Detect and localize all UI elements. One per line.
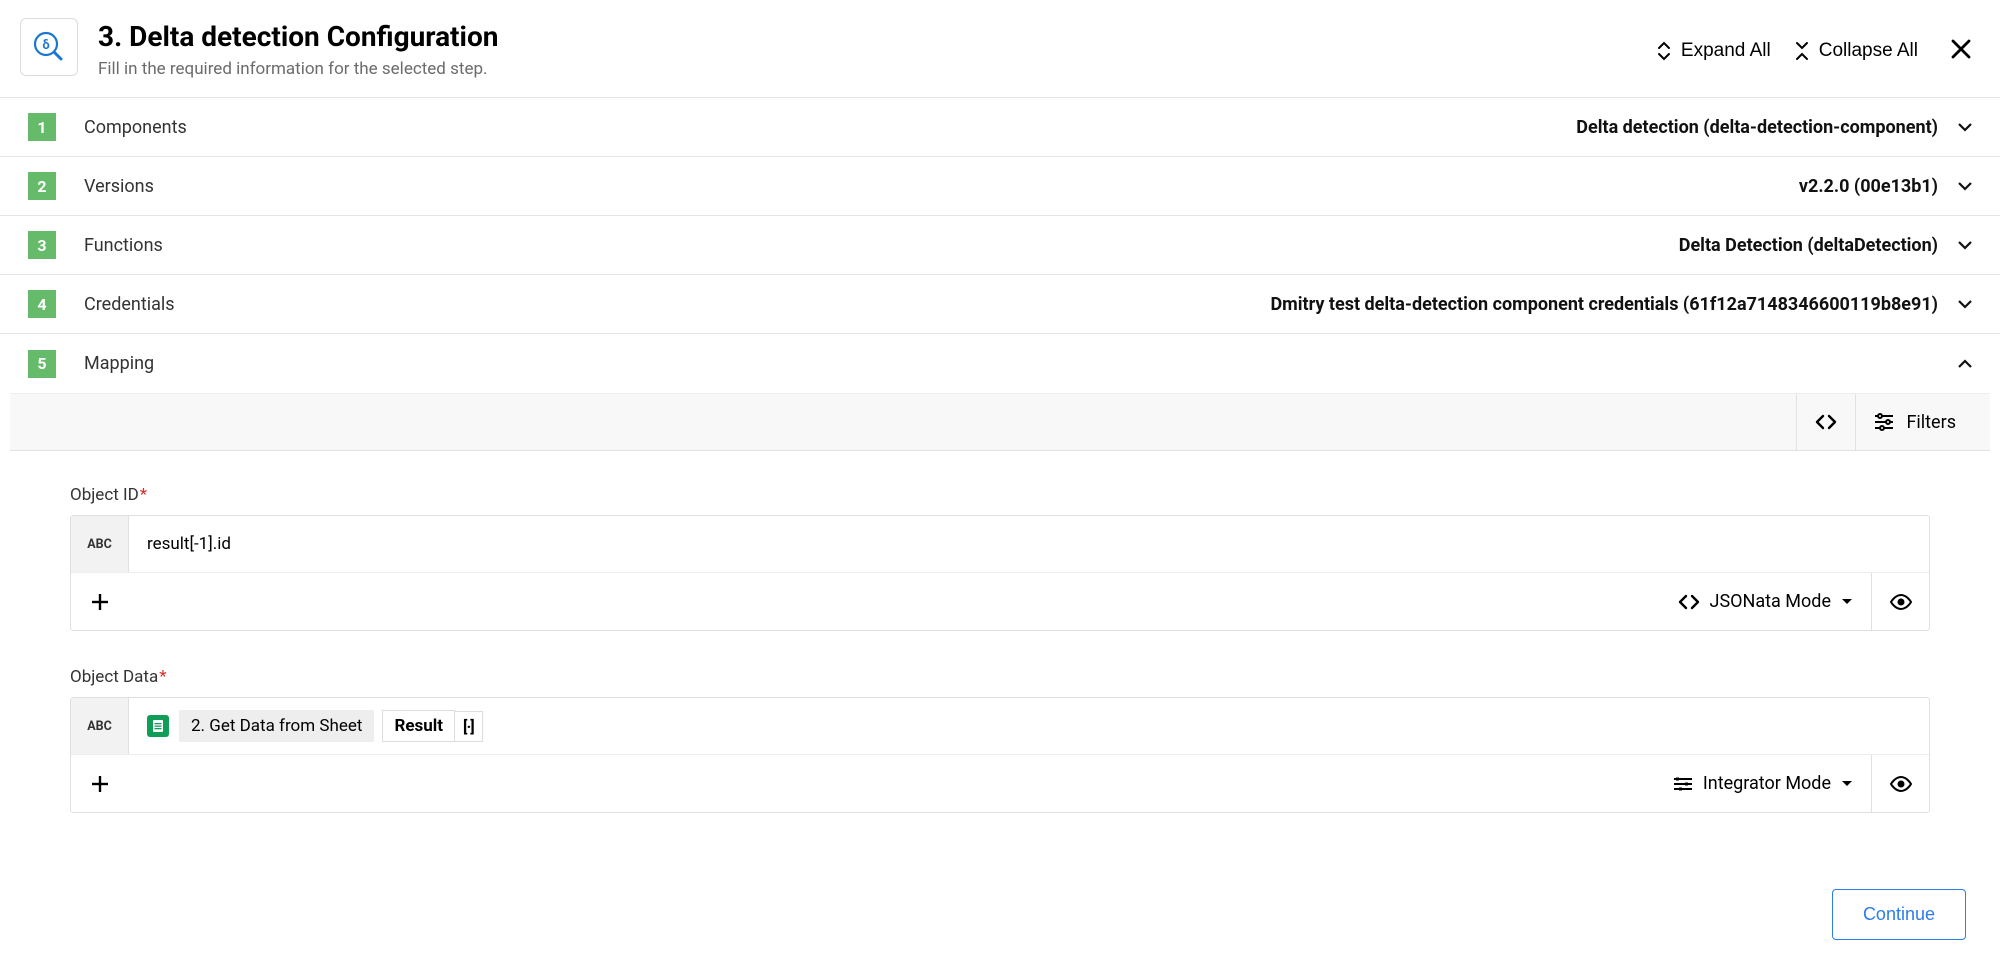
add-button[interactable]: [71, 573, 129, 630]
continue-button[interactable]: Continue: [1832, 889, 1966, 940]
chip-bracket: [·]: [455, 711, 483, 742]
mode-label: JSONata Mode: [1710, 591, 1831, 612]
filters-label: Filters: [1906, 412, 1956, 433]
section-credentials[interactable]: 4 Credentials Dmitry test delta-detectio…: [0, 275, 2000, 334]
object-id-label: Object ID*: [70, 485, 1930, 505]
section-versions[interactable]: 2 Versions v2.2.0 (00e13b1): [0, 157, 2000, 216]
object-id-value[interactable]: result[-1].id: [129, 516, 1929, 572]
integrator-icon: [1673, 776, 1693, 792]
step-number: 2: [28, 172, 56, 200]
chip-source: 2. Get Data from Sheet: [179, 710, 374, 742]
object-data-label: Object Data*: [70, 667, 1930, 687]
section-value: Dmitry test delta-detection component cr…: [1270, 294, 1938, 315]
preview-button[interactable]: [1871, 755, 1929, 812]
object-data-value[interactable]: 2. Get Data from Sheet Result [·]: [129, 698, 1929, 754]
required-mark: *: [159, 667, 166, 687]
caret-down-icon: [1841, 780, 1853, 788]
step-number: 3: [28, 231, 56, 259]
code-icon: [1678, 593, 1700, 611]
svg-text:δ: δ: [42, 38, 49, 53]
section-functions[interactable]: 3 Functions Delta Detection (deltaDetect…: [0, 216, 2000, 275]
code-icon: [1815, 413, 1837, 431]
plus-icon: [90, 592, 110, 612]
chevron-down-icon: [1956, 118, 1974, 136]
object-id-footer: JSONata Mode: [71, 572, 1929, 630]
add-button[interactable]: [71, 755, 129, 812]
page-subtitle: Fill in the required information for the…: [98, 59, 1655, 79]
expand-all-label: Expand All: [1681, 40, 1771, 62]
chevron-up-icon: [1956, 355, 1974, 373]
eye-icon: [1889, 775, 1913, 793]
jsonata-mode-selector[interactable]: JSONata Mode: [1659, 573, 1871, 630]
section-label: Versions: [84, 176, 154, 197]
required-mark: *: [140, 485, 147, 505]
close-button[interactable]: [1946, 34, 1976, 67]
section-mapping[interactable]: 5 Mapping: [0, 334, 2000, 393]
section-label: Components: [84, 117, 187, 138]
type-badge: ABC: [71, 516, 129, 572]
mapping-body: Object ID* ABC result[-1].id JSONata Mod…: [0, 451, 2000, 869]
caret-down-icon: [1841, 598, 1853, 606]
chevron-down-icon: [1956, 295, 1974, 313]
chip-field: Result: [382, 710, 455, 742]
section-label: Mapping: [84, 353, 154, 374]
close-icon: [1950, 38, 1972, 60]
step-number: 5: [28, 350, 56, 378]
type-badge: ABC: [71, 698, 129, 754]
chevron-down-icon: [1956, 236, 1974, 254]
section-value: v2.2.0 (00e13b1): [1799, 176, 1938, 197]
integrator-mode-selector[interactable]: Integrator Mode: [1654, 755, 1871, 812]
section-label: Functions: [84, 235, 163, 256]
code-view-button[interactable]: [1796, 394, 1855, 450]
header-text: 3. Delta detection Configuration Fill in…: [98, 18, 1655, 79]
chevron-down-icon: [1956, 177, 1974, 195]
collapse-all-button[interactable]: Collapse All: [1793, 40, 1918, 62]
filters-button[interactable]: Filters: [1855, 394, 1974, 450]
object-id-input-row: ABC result[-1].id: [71, 516, 1929, 572]
section-value: Delta Detection (deltaDetection): [1679, 235, 1938, 256]
delta-detection-icon: δ: [20, 18, 78, 76]
mapping-toolbar: Filters: [10, 393, 1990, 451]
mode-label: Integrator Mode: [1703, 773, 1831, 794]
plus-icon: [90, 774, 110, 794]
collapse-icon: [1793, 41, 1811, 61]
sheets-icon: [147, 715, 169, 737]
footer-bar: Continue: [0, 869, 2000, 964]
expand-icon: [1655, 41, 1673, 61]
object-data-input-row: ABC 2. Get Data from Sheet Result [·]: [71, 698, 1929, 754]
data-chip: 2. Get Data from Sheet Result [·]: [147, 710, 483, 742]
step-number: 1: [28, 113, 56, 141]
page-title: 3. Delta detection Configuration: [98, 20, 1655, 53]
section-value: Delta detection (delta-detection-compone…: [1576, 117, 1938, 138]
header-actions: Expand All Collapse All: [1655, 18, 1976, 67]
panel-header: δ 3. Delta detection Configuration Fill …: [0, 0, 2000, 98]
collapse-all-label: Collapse All: [1819, 40, 1918, 62]
step-number: 4: [28, 290, 56, 318]
object-data-field: ABC 2. Get Data from Sheet Result [·]: [70, 697, 1930, 813]
eye-icon: [1889, 593, 1913, 611]
expand-all-button[interactable]: Expand All: [1655, 40, 1771, 62]
preview-button[interactable]: [1871, 573, 1929, 630]
object-id-field: ABC result[-1].id JSONata Mode: [70, 515, 1930, 631]
section-components[interactable]: 1 Components Delta detection (delta-dete…: [0, 98, 2000, 157]
filters-icon: [1874, 413, 1894, 431]
object-data-footer: Integrator Mode: [71, 754, 1929, 812]
section-label: Credentials: [84, 294, 175, 315]
